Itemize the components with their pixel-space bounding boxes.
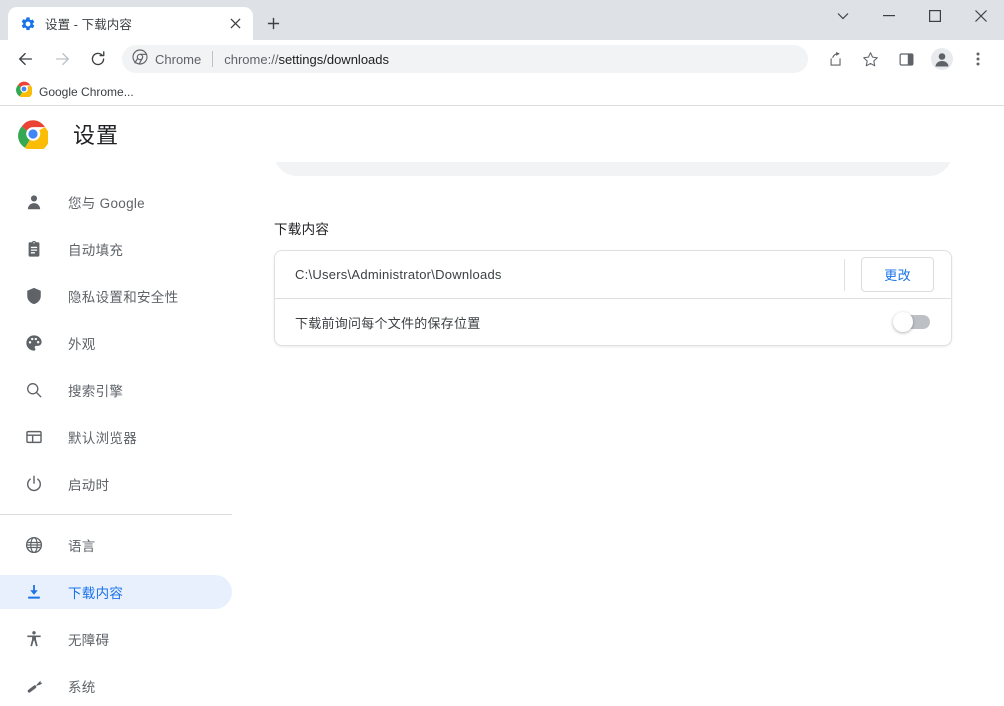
sidebar-item-you-and-google[interactable]: 您与 Google <box>0 185 232 219</box>
sidebar-item-label: 搜索引擎 <box>68 384 124 399</box>
minimize-icon[interactable] <box>866 0 912 32</box>
sidebar-item-label: 外观 <box>68 337 96 352</box>
bookmark-item[interactable]: Google Chrome... <box>10 81 140 103</box>
ask-where-to-save-toggle[interactable] <box>893 312 930 332</box>
download-location-row: C:\Users\Administrator\Downloads 更改 <box>275 251 951 298</box>
sidebar-item-autofill[interactable]: 自动填充 <box>0 232 232 266</box>
more-vert-icon[interactable] <box>964 45 992 73</box>
maximize-icon[interactable] <box>912 0 958 32</box>
power-icon <box>24 474 44 494</box>
sidebar-item-label: 无障碍 <box>68 633 110 648</box>
url-scheme: chrome:// <box>224 51 279 67</box>
browser-toolbar: Chrome chrome://settings/downloads <box>0 40 1004 78</box>
close-icon[interactable] <box>958 0 1004 32</box>
sidebar-item-privacy-security[interactable]: 隐私设置和安全性 <box>0 279 232 313</box>
sidebar-item-downloads[interactable]: 下载内容 <box>0 575 232 609</box>
settings-sidebar: 您与 Google 自动填充 隐私设置和安全性 外观 搜索引擎 默认浏览器 启动… <box>0 162 232 706</box>
globe-icon <box>24 535 44 555</box>
profile-avatar-icon[interactable] <box>928 45 956 73</box>
site-chip-label: Chrome <box>155 51 202 67</box>
sidebar-item-system[interactable]: 系统 <box>0 669 232 703</box>
bookmark-bar: Google Chrome... <box>0 78 1004 106</box>
shield-icon <box>24 286 44 306</box>
sidebar-item-label: 自动填充 <box>68 243 124 258</box>
address-bar[interactable]: Chrome chrome://settings/downloads <box>122 45 808 73</box>
autofill-icon <box>24 239 44 259</box>
bookmark-star-icon[interactable] <box>856 45 884 73</box>
sidebar-item-default-browser[interactable]: 默认浏览器 <box>0 420 232 454</box>
palette-icon <box>24 333 44 353</box>
section-title: 下载内容 <box>274 222 330 237</box>
settings-header: 设置 <box>0 106 1004 162</box>
sidebar-item-languages[interactable]: 语言 <box>0 528 232 562</box>
toggle-knob <box>893 312 913 332</box>
sidebar-item-label: 语言 <box>68 539 96 554</box>
side-panel-icon[interactable] <box>892 45 920 73</box>
settings-content: 下载内容 C:\Users\Administrator\Downloads 更改… <box>232 162 1004 706</box>
accessibility-icon <box>24 629 44 649</box>
sidebar-item-label: 默认浏览器 <box>68 431 137 446</box>
search-icon <box>294 162 312 165</box>
downloads-settings-card: C:\Users\Administrator\Downloads 更改 下载前询… <box>274 250 952 346</box>
page-title: 设置 <box>73 123 120 148</box>
share-icon[interactable] <box>820 45 848 73</box>
search-icon <box>24 380 44 400</box>
browser-icon <box>24 427 44 447</box>
settings-page: 设置 您与 Google 自动填充 隐私设置和安全性 外观 搜索引擎 默认浏览器… <box>0 106 1004 706</box>
sidebar-item-label: 下载内容 <box>68 586 124 601</box>
browser-window: 设置 - 下载内容 Chrome chrome://settings/downl… <box>0 0 1004 706</box>
ask-where-to-save-label: 下载前询问每个文件的保存位置 <box>295 315 481 331</box>
sidebar-item-label: 系统 <box>68 680 96 695</box>
ask-where-to-save-row: 下载前询问每个文件的保存位置 <box>275 298 951 345</box>
row-separator <box>844 258 846 291</box>
sidebar-divider <box>0 514 232 515</box>
title-bar: 设置 - 下载内容 <box>0 0 1004 40</box>
site-chip[interactable]: Chrome <box>132 48 202 70</box>
window-controls <box>820 0 1004 32</box>
tab-strip: 设置 - 下载内容 <box>0 0 287 40</box>
reload-icon[interactable] <box>84 45 112 73</box>
close-icon[interactable] <box>225 14 245 34</box>
sidebar-item-accessibility[interactable]: 无障碍 <box>0 622 232 656</box>
change-location-button[interactable]: 更改 <box>861 257 934 292</box>
bookmark-label: Google Chrome... <box>39 84 134 99</box>
tab-title: 设置 - 下载内容 <box>45 18 133 32</box>
search-settings-box[interactable] <box>274 162 952 176</box>
sidebar-item-label: 您与 Google <box>68 196 145 211</box>
url-path: settings/downloads <box>278 51 390 67</box>
settings-body: 您与 Google 自动填充 隐私设置和安全性 外观 搜索引擎 默认浏览器 启动… <box>0 162 1004 706</box>
download-icon <box>24 582 44 602</box>
sidebar-item-label: 启动时 <box>68 478 110 493</box>
person-icon <box>24 192 44 212</box>
arrow-back-icon[interactable] <box>12 45 40 73</box>
plus-icon[interactable] <box>259 9 287 37</box>
browser-tab[interactable]: 设置 - 下载内容 <box>8 7 253 40</box>
sidebar-item-label: 隐私设置和安全性 <box>68 290 179 305</box>
chrome-logo-icon <box>132 48 148 70</box>
omnibox-separator <box>212 51 214 67</box>
chrome-logo-icon <box>16 81 33 102</box>
sidebar-item-on-startup[interactable]: 启动时 <box>0 467 232 501</box>
sidebar-item-appearance[interactable]: 外观 <box>0 326 232 360</box>
sidebar-item-search-engine[interactable]: 搜索引擎 <box>0 373 232 407</box>
settings-gear-icon <box>20 16 36 32</box>
wrench-icon <box>24 676 44 696</box>
arrow-forward-icon[interactable] <box>48 45 76 73</box>
chrome-logo-icon <box>18 119 50 152</box>
toolbar-right-actions <box>816 45 996 73</box>
chevron-down-icon[interactable] <box>820 0 866 32</box>
download-location-path: C:\Users\Administrator\Downloads <box>295 267 502 282</box>
omnibox-url: chrome://settings/downloads <box>224 52 389 67</box>
